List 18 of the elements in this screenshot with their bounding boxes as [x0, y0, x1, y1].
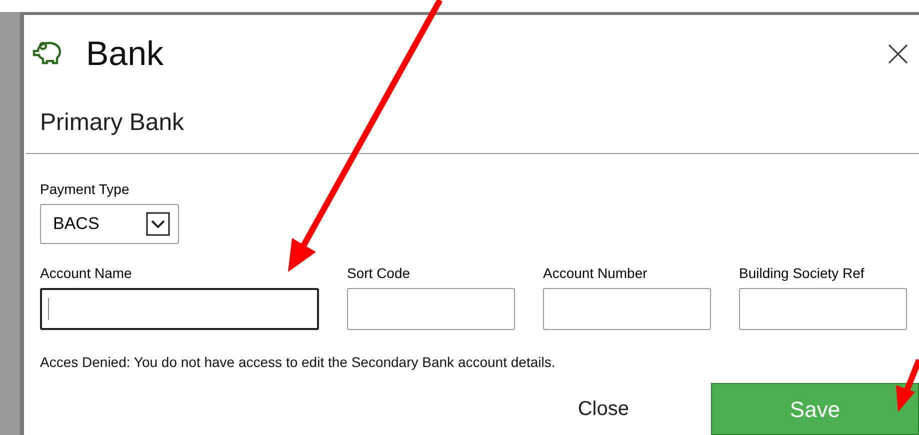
- input-field[interactable]: [543, 288, 711, 330]
- input-field[interactable]: [347, 288, 515, 330]
- section-title: Primary Bank: [40, 108, 184, 138]
- input-field[interactable]: [40, 288, 319, 330]
- input-field[interactable]: [739, 288, 907, 330]
- close-icon[interactable]: [887, 43, 909, 65]
- dropdown-icon: [146, 212, 170, 236]
- field-label: Building Society Ref: [739, 266, 866, 280]
- annotation-arrow: [893, 358, 919, 414]
- field-label: Sort Code: [347, 266, 412, 280]
- close-button[interactable]: Close: [562, 383, 645, 435]
- dialog-title: Bank: [86, 34, 164, 74]
- access-denied-message: Acces Denied: You do not have access to edit the Secondary Bank account details.: [40, 353, 556, 372]
- text-cursor: [48, 298, 49, 320]
- field-label: Payment Type: [40, 182, 130, 196]
- field-label: Account Number: [543, 266, 648, 280]
- field-label: Account Name: [40, 266, 133, 280]
- payment-type-select[interactable]: BACS: [40, 204, 179, 244]
